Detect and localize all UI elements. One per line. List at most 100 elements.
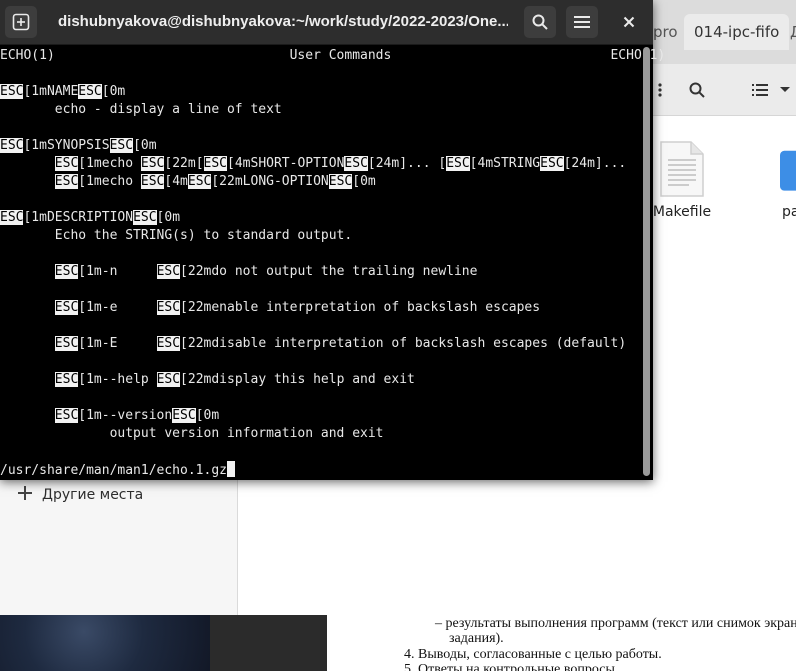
terminal-text: [24m]... [563, 156, 627, 171]
escape-marker: ESC [203, 156, 228, 171]
terminal-text: /usr/share/man/man1/echo.1.gz [0, 463, 227, 478]
terminal-window: dishubnyakova@dishubnyakova:~/work/study… [0, 0, 665, 480]
terminal-text: [22mdisable interpretation of backslash … [180, 336, 627, 351]
escape-marker: ESC [140, 156, 165, 171]
scrollbar-thumb[interactable] [643, 47, 650, 476]
terminal-text: output version information and exit [0, 426, 384, 441]
terminal-text: ECHO(1) User Commands ECHO(1) [0, 48, 666, 63]
file-label: pa [782, 204, 796, 220]
search-icon[interactable] [681, 74, 713, 106]
terminal-line: ESC[1mNAMEESC[0m [0, 83, 125, 101]
terminal-output[interactable]: ECHO(1) User Commands ECHO(1) ESC[1mNAMEE… [0, 47, 665, 480]
terminal-title: dishubnyakova@dishubnyakova:~/work/study… [58, 13, 508, 30]
terminal-text: [1m-E [78, 336, 157, 351]
escape-marker: ESC [0, 138, 24, 153]
terminal-line: ECHO(1) User Commands ECHO(1) [0, 47, 665, 65]
desktop-background [210, 615, 327, 671]
doc-line-results: – результаты выполнения программ (текст … [435, 616, 796, 631]
escape-marker: ESC [156, 372, 181, 387]
escape-marker: ESC [54, 156, 79, 171]
escape-marker: ESC [0, 84, 24, 99]
folder-icon [766, 140, 796, 198]
new-tab-icon[interactable] [5, 6, 37, 38]
terminal-line: ESC[1mecho ESC[4mESC[22mLONG-OPTIONESC[0… [0, 173, 376, 191]
terminal-text: [1mDESCRIPTION [23, 210, 134, 225]
terminal-text: [1m--version [78, 408, 173, 423]
terminal-text: echo - display a line of text [0, 102, 282, 117]
escape-marker: ESC [156, 300, 181, 315]
file-folder[interactable]: pa [766, 140, 796, 220]
terminal-line: ESC[1m-e ESC[22menable interpretation of… [0, 299, 540, 317]
tab-more[interactable]: Д [790, 14, 796, 50]
escape-marker: ESC [187, 174, 212, 189]
terminal-line: output version information and exit [0, 425, 384, 443]
escape-marker: ESC [133, 210, 157, 225]
terminal-text: [0m [101, 84, 126, 99]
terminal-text: [22menable interpretation of backslash e… [180, 300, 541, 315]
terminal-text: [22mLONG-OPTION [211, 174, 329, 189]
escape-marker: ESC [0, 210, 24, 225]
terminal-text: Echo the STRING(s) to standard output. [0, 228, 353, 243]
terminal-text: [1mSYNOPSIS [23, 138, 110, 153]
list-view-icon[interactable] [744, 74, 776, 106]
terminal-text: [1mNAME [23, 84, 79, 99]
escape-marker: ESC [54, 336, 79, 351]
doc-line-conclusions: 4. Выводы, согласованные с целью работы. [404, 647, 662, 662]
terminal-header: dishubnyakova@dishubnyakova:~/work/study… [0, 0, 653, 45]
doc-line-answers: 5. Ответы на контрольные вопросы. [404, 662, 619, 671]
terminal-text: [1mecho [78, 174, 141, 189]
escape-marker: ESC [344, 156, 368, 171]
terminal-text: [0m [352, 174, 376, 189]
terminal-scrollbar[interactable] [642, 47, 651, 477]
escape-marker: ESC [54, 372, 79, 387]
doc-line-task: задания). [449, 631, 504, 646]
terminal-text: [22mdisplay this help and exit [180, 372, 415, 387]
chevron-down-icon[interactable] [774, 74, 796, 106]
escape-marker: ESC [328, 174, 353, 189]
terminal-line: ESC[1m--versionESC[0m [0, 407, 219, 425]
escape-marker: ESC [109, 138, 134, 153]
terminal-text: [0m [195, 408, 220, 423]
escape-marker: ESC [156, 336, 181, 351]
terminal-text: [4mSHORT-OPTION [227, 156, 345, 171]
terminal-line: Echo the STRING(s) to standard output. [0, 227, 352, 245]
terminal-text: [0m [156, 210, 181, 225]
terminal-text: [4mSTRING [469, 156, 541, 171]
terminal-text: [22m[ [164, 156, 204, 171]
terminal-line: echo - display a line of text [0, 101, 282, 119]
terminal-text: [4m [164, 174, 188, 189]
terminal-text: [22mdo not output the trailing newline [180, 264, 478, 279]
hamburger-menu-icon[interactable] [566, 6, 598, 38]
terminal-line: ESC[1mDESCRIPTIONESC[0m [0, 209, 180, 227]
escape-marker: ESC [54, 408, 79, 423]
terminal-text: [1m-e [78, 300, 157, 315]
escape-marker: ESC [54, 264, 79, 279]
tab-014-ipc-fifo[interactable]: 014-ipc-fifo [684, 14, 790, 50]
search-icon[interactable] [524, 6, 556, 38]
escape-marker: ESC [156, 264, 181, 279]
escape-marker: ESC [54, 300, 79, 315]
tab-pro[interactable]: pro [653, 14, 678, 50]
text-cursor [226, 461, 235, 477]
terminal-line: ESC[1mSYNOPSISESC[0m [0, 137, 157, 155]
terminal-text: [1m-n [78, 264, 157, 279]
terminal-line: ESC[1mecho ESC[22m[ESC[4mSHORT-OPTIONESC… [0, 155, 626, 173]
escape-marker: ESC [540, 156, 564, 171]
escape-marker: ESC [54, 174, 79, 189]
escape-marker: ESC [446, 156, 470, 171]
plus-icon [18, 486, 32, 504]
terminal-line: /usr/share/man/man1/echo.1.gz [0, 461, 235, 479]
escape-marker: ESC [140, 174, 165, 189]
close-icon[interactable] [613, 6, 645, 38]
sidebar-item-other-places[interactable]: Другие места [18, 483, 143, 507]
terminal-line: ESC[1m-n ESC[22mdo not output the traili… [0, 263, 477, 281]
terminal-line: ESC[1m--help ESC[22mdisplay this help an… [0, 371, 415, 389]
sidebar-item-label: Другие места [42, 487, 144, 503]
terminal-text: [1m--help [78, 372, 157, 387]
